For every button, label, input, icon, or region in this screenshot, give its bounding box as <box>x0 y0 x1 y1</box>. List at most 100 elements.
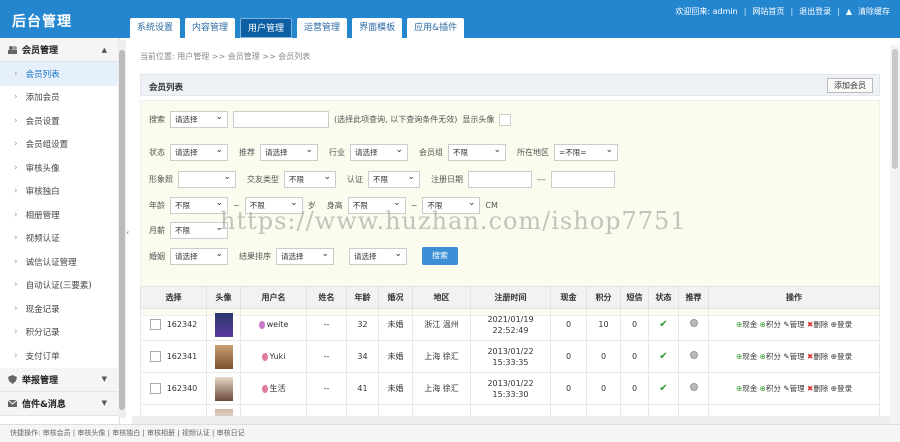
search-label: 搜索 <box>149 115 165 124</box>
chevron-right-icon: › <box>14 209 18 220</box>
status-select[interactable]: 请选择 <box>170 144 228 161</box>
table-row: 162340 生活 -- 41 未婚 上海 徐汇 2013/01/22 15:33… <box>140 372 880 405</box>
chevron-right-icon: › <box>14 280 18 291</box>
top-links: 欢迎回来: admin | 网站首页 | 退出登录 | ▲ 清除缓存 <box>675 6 890 17</box>
site-home-link[interactable]: 网站首页 <box>752 6 784 17</box>
region-label: 所在地区 <box>517 148 549 157</box>
col-actions: 操作 <box>708 286 880 309</box>
row-checkbox[interactable] <box>149 383 161 394</box>
col-select: 选择 <box>140 286 207 309</box>
marriage-select[interactable]: 请选择 <box>170 247 228 265</box>
breadcrumb: 当前位置: 用户管理 >> 会员管理 >> 会员列表 <box>140 52 311 61</box>
search-input[interactable] <box>233 111 329 128</box>
reg-date-to-input[interactable] <box>550 171 615 188</box>
sidebar-item-member-group-settings[interactable]: › 会员组设置 <box>0 133 119 157</box>
avatar[interactable] <box>214 312 233 337</box>
sort-select-2[interactable]: 请选择 <box>349 247 407 265</box>
quick-actions-bar: 快捷操作: 审核会员 | 审核头像 | 审核独白 | 审核相册 | 视频认证 |… <box>0 424 900 442</box>
sidebar: 会员管理 ▲ › 会员列表 › 添加会员 › 会员设置 › 会员组设置 › 审核头像 › 审… <box>0 38 120 424</box>
top-bar: 后台管理 系统设置 内容管理 用户管理 运营管理 界面模板 应用&插件 欢迎回来… <box>0 0 900 38</box>
reg-date-from-input[interactable] <box>468 171 532 188</box>
avatar[interactable] <box>214 376 233 401</box>
marriage-label: 婚姻 <box>149 251 165 261</box>
search-button[interactable]: 搜索 <box>422 247 458 265</box>
member-group-select[interactable]: 不限 <box>448 144 506 161</box>
sidebar-group-reports[interactable]: 举报管理 ▼ <box>0 367 119 392</box>
sidebar-item-review-avatar[interactable]: › 审核头像 <box>0 156 119 180</box>
sidebar-item-cash-records[interactable]: › 现金记录 <box>0 297 119 321</box>
logout-link[interactable]: 退出登录 <box>799 6 831 17</box>
industry-select[interactable]: 请选择 <box>350 144 408 161</box>
tab-templates[interactable]: 界面模板 <box>352 18 403 38</box>
page-scrollbar[interactable] <box>890 45 900 424</box>
tab-system-settings[interactable]: 系统设置 <box>130 18 181 38</box>
tab-users[interactable]: 用户管理 <box>240 18 293 38</box>
avatar[interactable] <box>214 344 233 369</box>
envelope-icon <box>7 399 18 408</box>
shield-icon <box>8 374 17 384</box>
sidebar-item-video-verify[interactable]: › 视频认证 <box>0 227 119 251</box>
row-checkbox[interactable] <box>149 319 161 330</box>
industry-label: 行业 <box>329 148 345 157</box>
sidebar-group-members[interactable]: 会员管理 ▲ <box>0 38 119 62</box>
col-sms: 短信 <box>620 286 649 309</box>
top-tabs: 系统设置 内容管理 用户管理 运营管理 界面模板 应用&插件 <box>130 18 465 38</box>
recommend-select[interactable]: 请选择 <box>260 144 318 161</box>
sidebar-item-member-settings[interactable]: › 会员设置 <box>0 109 119 133</box>
region-select[interactable]: =不限= <box>554 144 618 161</box>
col-username: 用户名 <box>240 286 307 309</box>
table-row: 162341 Yuki -- 34 未婚 上海 徐汇 2013/01/22 15:… <box>140 340 880 373</box>
verify-select[interactable]: 不限 <box>368 171 420 188</box>
sidebar-scrollbar[interactable] <box>118 40 126 418</box>
row-checkbox[interactable] <box>149 351 161 362</box>
sidebar-item-payment-orders[interactable]: › 支付订单 <box>0 344 119 368</box>
shape-select[interactable] <box>178 171 236 188</box>
show-avatar-label: 显示头像 <box>462 115 495 124</box>
sidebar-group-label: 信件&消息 <box>22 399 66 410</box>
sidebar-item-integrity[interactable]: › 诚信认证管理 <box>0 250 119 274</box>
clear-cache-link[interactable]: 清除缓存 <box>858 6 890 17</box>
friend-type-select[interactable]: 不限 <box>284 171 336 188</box>
recommend-dot-icon[interactable] <box>689 383 698 391</box>
app-title: 后台管理 <box>12 14 72 30</box>
users-icon <box>8 45 17 54</box>
watermark-text: https://www.huzhan.com/ishop7751 <box>220 207 687 235</box>
sidebar-item-review-monologue[interactable]: › 审核独白 <box>0 180 119 204</box>
female-icon <box>261 352 268 361</box>
status-check-icon[interactable]: ✔ <box>659 351 667 362</box>
sidebar-item-add-member[interactable]: › 添加会员 <box>0 86 119 110</box>
tab-apps-plugins[interactable]: 应用&插件 <box>407 18 465 38</box>
tab-operations[interactable]: 运营管理 <box>297 18 348 38</box>
caret-down-icon: ▼ <box>101 375 107 383</box>
add-member-button[interactable]: 添加会员 <box>827 78 873 93</box>
recommend-dot-icon[interactable] <box>689 319 698 327</box>
chevron-right-icon: › <box>14 350 18 361</box>
sidebar-item-auto-verify[interactable]: › 自动认证(三要素) <box>0 274 119 298</box>
show-avatar-checkbox[interactable] <box>499 113 512 126</box>
caret-up-icon: ▲ <box>101 45 107 54</box>
tab-content[interactable]: 内容管理 <box>185 18 236 38</box>
age-label: 年龄 <box>149 201 165 210</box>
sort-label: 结果排序 <box>239 251 271 261</box>
sidebar-item-points-records[interactable]: › 积分记录 <box>0 321 119 345</box>
chevron-right-icon: › <box>14 115 18 126</box>
col-marriage: 婚况 <box>378 286 413 309</box>
sidebar-group-messages[interactable]: 信件&消息 ▼ <box>0 391 119 416</box>
table-row: 162342 weite -- 32 未婚 浙江 温州 2021/01/19 22… <box>140 308 880 341</box>
search-field-select[interactable]: 请选择 <box>170 111 228 128</box>
status-check-icon[interactable]: ✔ <box>659 383 667 394</box>
sidebar-item-member-list[interactable]: › 会员列表 <box>0 62 119 86</box>
sidebar-item-album[interactable]: › 相册管理 <box>0 203 119 227</box>
col-points: 积分 <box>586 286 621 309</box>
horizontal-scrollbar[interactable] <box>132 416 890 424</box>
status-check-icon[interactable]: ✔ <box>659 319 667 330</box>
col-avatar: 头像 <box>206 286 241 309</box>
chevron-right-icon: › <box>14 139 18 150</box>
sidebar-group-label: 会员管理 <box>22 46 59 56</box>
table-header-row: 选择 头像 用户名 姓名 年龄 婚况 地区 注册时间 现金 积分 短信 状态 推… <box>140 286 880 309</box>
reg-date-label: 注册日期 <box>431 175 463 184</box>
shape-label: 形象照 <box>149 175 173 184</box>
sort-select-1[interactable]: 请选择 <box>276 247 334 265</box>
recommend-dot-icon[interactable] <box>689 351 698 359</box>
col-name: 姓名 <box>306 286 347 309</box>
